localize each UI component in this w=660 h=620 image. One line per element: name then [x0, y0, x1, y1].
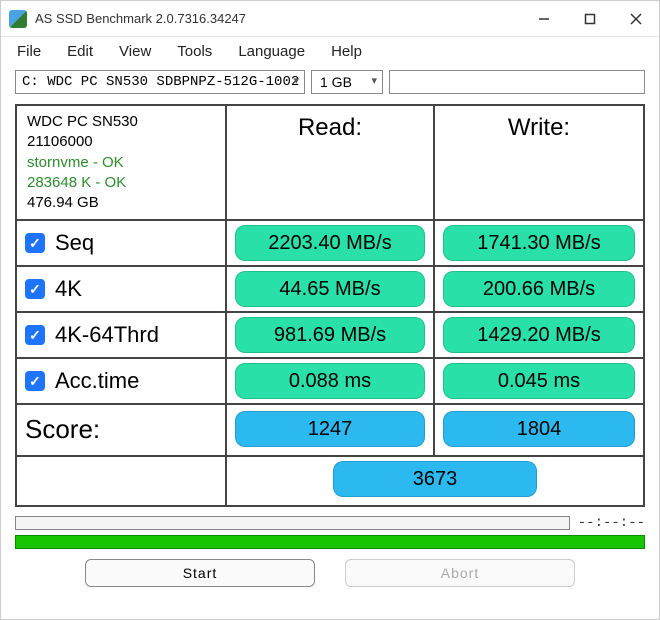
seq-write-cell: 1741.30 MB/s [435, 221, 643, 265]
header-row: WDC PC SN530 21106000 stornvme - OK 2836… [17, 106, 643, 221]
row-score-total: 3673 [17, 457, 643, 505]
elapsed-time: --:--:-- [578, 515, 645, 531]
4k-checkbox[interactable]: ✓ [25, 279, 45, 299]
progress-bar [15, 516, 570, 530]
drive-capacity: 476.94 GB [27, 193, 99, 213]
start-button[interactable]: Start [85, 559, 315, 587]
row-4k64: ✓ 4K-64Thrd 981.69 MB/s 1429.20 MB/s [17, 313, 643, 359]
read-header: Read: [227, 106, 435, 219]
minimize-button[interactable] [521, 1, 567, 37]
score-read-value: 1247 [235, 411, 425, 447]
menubar: File Edit View Tools Language Help [1, 37, 659, 66]
close-button[interactable] [613, 1, 659, 37]
maximize-icon [584, 13, 596, 25]
menu-edit[interactable]: Edit [67, 43, 93, 60]
drive-select-value: C: WDC PC SN530 SDBPNPZ-512G-1002 [15, 70, 305, 94]
abort-button: Abort [345, 559, 575, 587]
drive-firmware: 21106000 [27, 132, 93, 152]
acc-label: Acc.time [55, 368, 139, 394]
size-select[interactable]: 1 GB ▾ [311, 70, 383, 94]
drive-info-cell: WDC PC SN530 21106000 stornvme - OK 2836… [17, 106, 227, 219]
acc-label-cell: ✓ Acc.time [17, 359, 227, 403]
menu-file[interactable]: File [17, 43, 41, 60]
4k-write-value: 200.66 MB/s [443, 271, 635, 307]
maximize-button[interactable] [567, 1, 613, 37]
row-score: Score: 1247 1804 [17, 405, 643, 457]
menu-language[interactable]: Language [238, 43, 305, 60]
4k-label: 4K [55, 276, 82, 302]
score-total-value: 3673 [333, 461, 537, 497]
seq-write-value: 1741.30 MB/s [443, 225, 635, 261]
4k-label-cell: ✓ 4K [17, 267, 227, 311]
minimize-icon [538, 13, 550, 25]
results-grid: WDC PC SN530 21106000 stornvme - OK 2836… [15, 104, 645, 507]
path-input[interactable] [389, 70, 645, 94]
menu-help[interactable]: Help [331, 43, 362, 60]
row-4k: ✓ 4K 44.65 MB/s 200.66 MB/s [17, 267, 643, 313]
score-write-cell: 1804 [435, 405, 643, 457]
seq-read-value: 2203.40 MB/s [235, 225, 425, 261]
acc-write-value: 0.045 ms [443, 363, 635, 399]
close-icon [630, 13, 642, 25]
drive-model: WDC PC SN530 [27, 112, 138, 132]
driver-status: stornvme - OK [27, 153, 124, 173]
seq-label: Seq [55, 230, 94, 256]
4k64-write-value: 1429.20 MB/s [443, 317, 635, 353]
alignment-status: 283648 K - OK [27, 173, 126, 193]
4k64-checkbox[interactable]: ✓ [25, 325, 45, 345]
window-title: AS SSD Benchmark 2.0.7316.34247 [35, 11, 246, 26]
chevron-down-icon: ▾ [293, 74, 299, 87]
button-row: Start Abort [1, 559, 659, 587]
menu-tools[interactable]: Tools [177, 43, 212, 60]
seq-label-cell: ✓ Seq [17, 221, 227, 265]
status-bar [15, 535, 645, 549]
app-icon [9, 10, 27, 28]
seq-read-cell: 2203.40 MB/s [227, 221, 435, 265]
menu-view[interactable]: View [119, 43, 151, 60]
titlebar: AS SSD Benchmark 2.0.7316.34247 [1, 1, 659, 37]
4k-read-value: 44.65 MB/s [235, 271, 425, 307]
selector-row: C: WDC PC SN530 SDBPNPZ-512G-1002 ▾ 1 GB… [1, 66, 659, 104]
row-seq: ✓ Seq 2203.40 MB/s 1741.30 MB/s [17, 221, 643, 267]
score-read-cell: 1247 [227, 405, 435, 457]
drive-select[interactable]: C: WDC PC SN530 SDBPNPZ-512G-1002 ▾ [15, 70, 305, 94]
app-window: AS SSD Benchmark 2.0.7316.34247 File Edi… [0, 0, 660, 620]
seq-checkbox[interactable]: ✓ [25, 233, 45, 253]
acc-read-value: 0.088 ms [235, 363, 425, 399]
4k64-label: 4K-64Thrd [55, 322, 159, 348]
acc-checkbox[interactable]: ✓ [25, 371, 45, 391]
4k64-read-value: 981.69 MB/s [235, 317, 425, 353]
score-label: Score: [17, 405, 227, 457]
write-header: Write: [435, 106, 643, 219]
4k64-label-cell: ✓ 4K-64Thrd [17, 313, 227, 357]
progress-row: --:--:-- [15, 515, 645, 531]
row-acc: ✓ Acc.time 0.088 ms 0.045 ms [17, 359, 643, 405]
chevron-down-icon: ▾ [371, 74, 377, 87]
score-write-value: 1804 [443, 411, 635, 447]
